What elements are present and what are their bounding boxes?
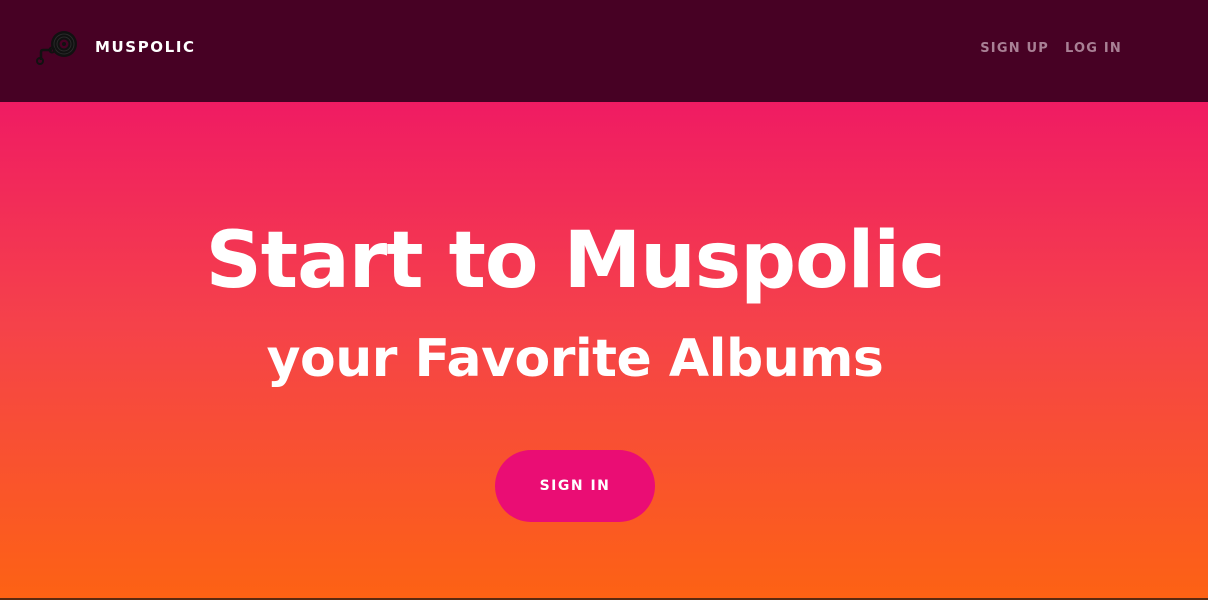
login-link[interactable]: LOG IN [1065,40,1122,58]
hero-subtitle: your Favorite Albums [266,329,884,389]
hero-section: Start to Muspolic your Favorite Albums S… [0,102,1208,598]
hero-title: Start to Muspolic [205,216,946,306]
brand-logo-link[interactable]: MUSPOLIC [34,28,196,66]
nav-links: SIGN UP LOG IN [980,40,1122,58]
top-navbar: MUSPOLIC SIGN UP LOG IN [0,0,1208,102]
signin-button[interactable]: SIGN IN [495,450,655,522]
brand-name: MUSPOLIC [95,38,196,56]
signup-link[interactable]: SIGN UP [980,40,1049,58]
vinyl-record-music-note-icon [36,31,77,65]
